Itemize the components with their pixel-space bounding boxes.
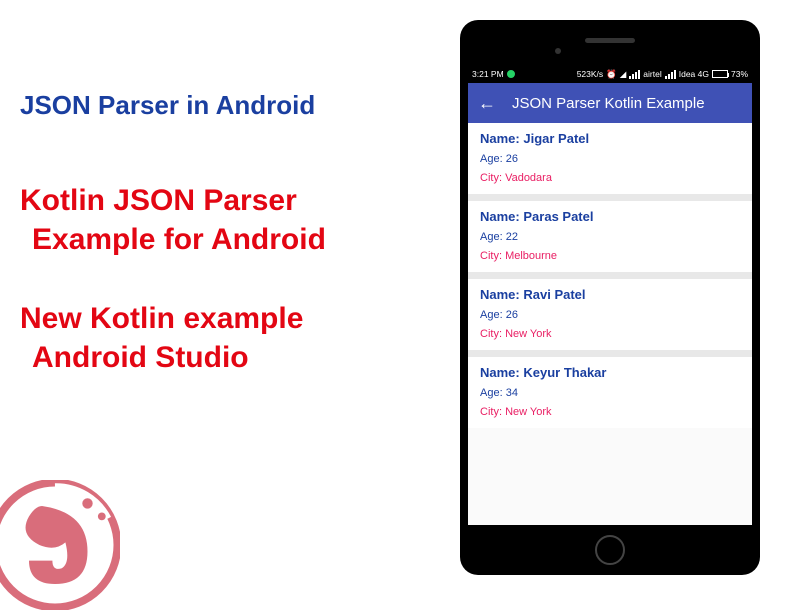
people-list[interactable]: Name: Jigar Patel Age: 26 City: Vadodara…	[468, 123, 752, 428]
name-label: Name:	[480, 209, 520, 224]
age-value: 34	[506, 387, 518, 399]
age-label: Age:	[480, 309, 503, 321]
whatsapp-notification-icon	[507, 70, 515, 78]
status-time: 3:21 PM	[472, 69, 504, 79]
carrier-1-label: airtel	[643, 69, 661, 79]
app-bar: ← JSON Parser Kotlin Example	[468, 83, 752, 123]
brand-logo-icon	[0, 480, 120, 610]
age-label: Age:	[480, 153, 503, 165]
city-value: Melbourne	[505, 250, 557, 262]
carrier-2-label: Idea 4G	[679, 69, 709, 79]
city-label: City:	[480, 406, 502, 418]
phone-camera-icon	[555, 48, 561, 54]
promo-block-2: New Kotlin example Android Studio	[20, 299, 440, 377]
back-arrow-icon[interactable]: ←	[478, 93, 496, 114]
phone-screen: 3:21 PM 523K/s ⏰ ◢ airtel Idea 4G 73% ← …	[468, 65, 752, 525]
name-value: Jigar Patel	[523, 131, 589, 146]
battery-percent: 73%	[731, 69, 748, 79]
list-item[interactable]: Name: Keyur Thakar Age: 34 City: New Yor…	[468, 357, 752, 428]
list-item[interactable]: Name: Ravi Patel Age: 26 City: New York	[468, 279, 752, 357]
phone-speaker-icon	[585, 38, 635, 43]
name-label: Name:	[480, 131, 520, 146]
promo-text-panel: JSON Parser in Android Kotlin JSON Parse…	[20, 90, 440, 417]
promo-line-2: Example for Android	[32, 220, 440, 259]
city-value: New York	[505, 406, 551, 418]
app-bar-title: JSON Parser Kotlin Example	[512, 95, 705, 112]
promo-block-1: Kotlin JSON Parser Example for Android	[20, 181, 440, 259]
age-value: 22	[506, 231, 518, 243]
age-label: Age:	[480, 387, 503, 399]
age-value: 26	[506, 153, 518, 165]
list-item[interactable]: Name: Jigar Patel Age: 26 City: Vadodara	[468, 123, 752, 201]
promo-line-4: Android Studio	[32, 338, 440, 377]
signal-bars-icon	[629, 70, 640, 79]
promo-line-3: New Kotlin example	[20, 302, 303, 335]
city-label: City:	[480, 328, 502, 340]
city-label: City:	[480, 172, 502, 184]
promo-line-1: Kotlin JSON Parser	[20, 184, 297, 217]
age-value: 26	[506, 309, 518, 321]
name-value: Paras Patel	[523, 209, 593, 224]
alarm-icon: ⏰	[606, 69, 617, 80]
signal-bars-2-icon	[665, 70, 676, 79]
status-net-speed: 523K/s	[577, 69, 603, 79]
age-label: Age:	[480, 231, 503, 243]
page-heading: JSON Parser in Android	[20, 90, 440, 121]
wifi-icon: ◢	[620, 69, 627, 80]
name-value: Ravi Patel	[523, 287, 585, 302]
name-label: Name:	[480, 365, 520, 380]
name-label: Name:	[480, 287, 520, 302]
list-item[interactable]: Name: Paras Patel Age: 22 City: Melbourn…	[468, 201, 752, 279]
city-label: City:	[480, 250, 502, 262]
battery-icon	[712, 70, 728, 78]
phone-home-button[interactable]	[595, 535, 625, 565]
city-value: Vadodara	[505, 172, 552, 184]
android-status-bar: 3:21 PM 523K/s ⏰ ◢ airtel Idea 4G 73%	[468, 65, 752, 83]
name-value: Keyur Thakar	[523, 365, 606, 380]
phone-device-frame: 3:21 PM 523K/s ⏰ ◢ airtel Idea 4G 73% ← …	[460, 20, 760, 575]
city-value: New York	[505, 328, 551, 340]
